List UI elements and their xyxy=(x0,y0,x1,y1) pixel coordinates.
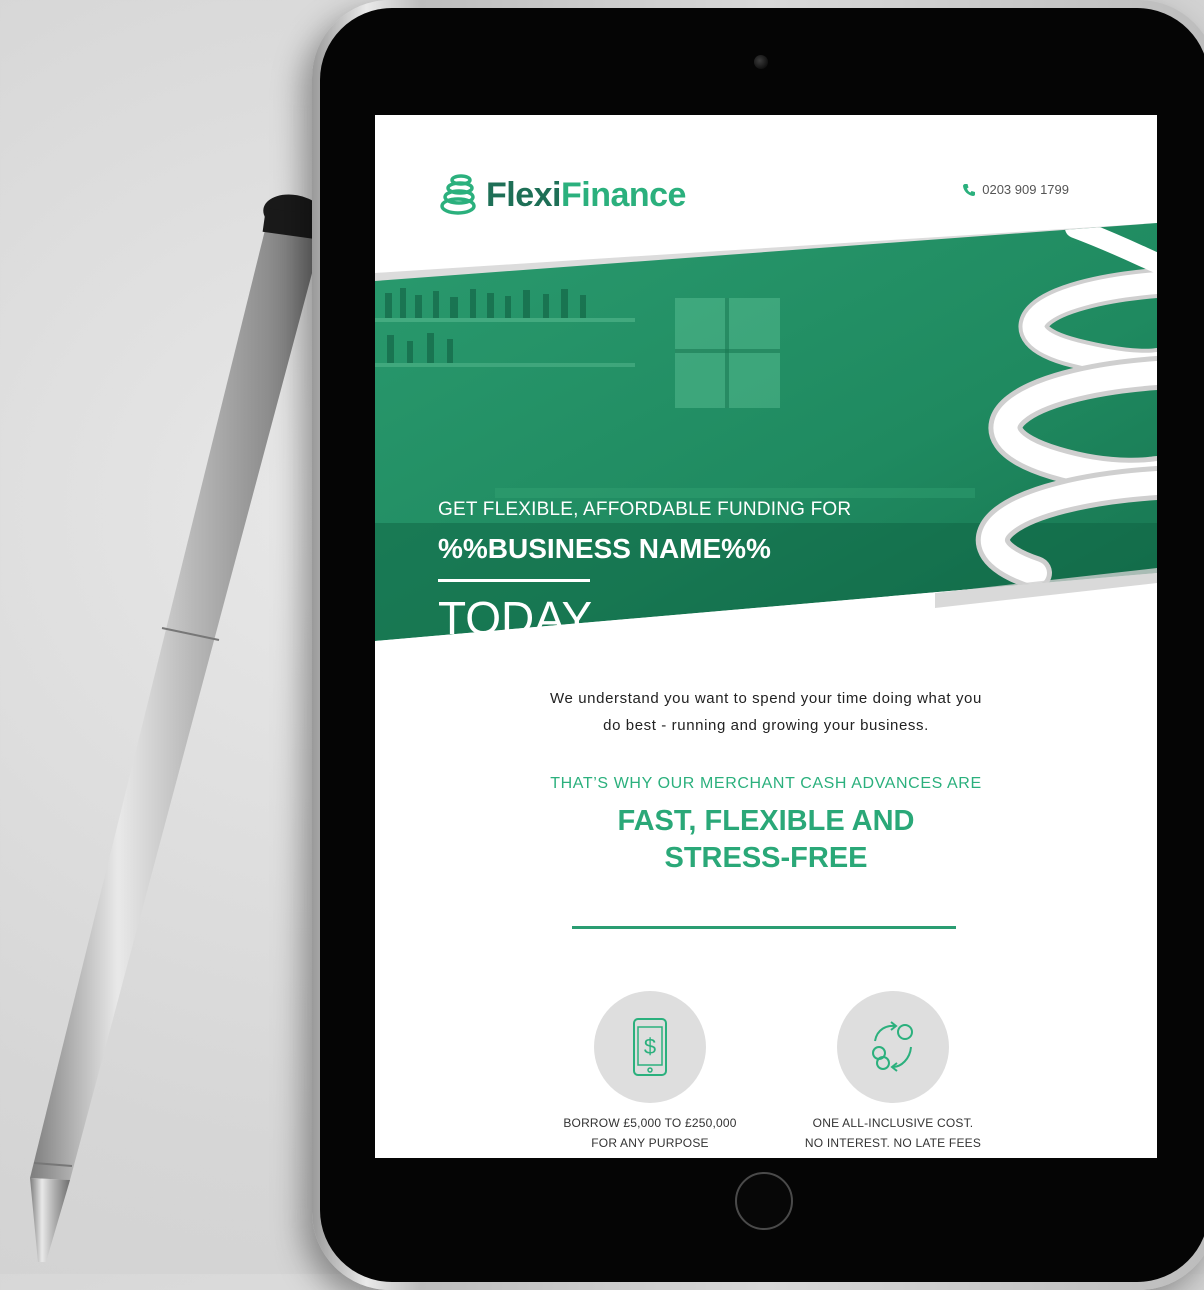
feature-label-line-2: NO INTEREST. NO LATE FEES xyxy=(804,1136,982,1150)
heading-line-1: FAST, FLEXIBLE AND xyxy=(617,805,915,837)
feature-label: BORROW £5,000 TO £250,000 FOR ANY PURPOS… xyxy=(550,1113,750,1153)
feature-icon-circle xyxy=(837,991,949,1103)
feature-label-line-2: FOR ANY PURPOSE xyxy=(591,1136,709,1150)
phone-icon xyxy=(963,183,976,196)
intro-paragraph: We understand you want to spend your tim… xyxy=(375,685,1157,739)
feature-icon-circle: $ xyxy=(594,991,706,1103)
feature-cost: ONE ALL-INCLUSIVE COST. NO INTEREST. NO … xyxy=(793,991,993,1153)
feature-label-line-1: ONE ALL-INCLUSIVE COST. xyxy=(812,1116,974,1130)
stylus-pen xyxy=(30,194,326,1262)
feature-label-line-1: BORROW £5,000 TO £250,000 xyxy=(563,1116,737,1130)
home-button[interactable] xyxy=(735,1172,793,1230)
hero-divider-bottom xyxy=(438,652,590,655)
section-divider xyxy=(572,926,956,929)
spiral-logo-icon xyxy=(440,174,476,215)
intro-line-1: We understand you want to spend your tim… xyxy=(550,690,982,707)
coins-cycle-icon xyxy=(872,1021,913,1072)
section-heading: FAST, FLEXIBLE AND STRESS-FREE xyxy=(375,803,1157,877)
feature-borrow: $ BORROW £5,000 TO £250,000 FOR ANY PURP… xyxy=(550,991,750,1153)
logo-text-flexi: Flexi xyxy=(486,175,561,214)
heading-line-2: STRESS-FREE xyxy=(664,842,868,874)
hero-banner: GET FLEXIBLE, AFFORDABLE FUNDING FOR %%B… xyxy=(375,223,1157,655)
hero-business-name: %%BUSINESS NAME%% xyxy=(438,533,771,564)
logo-text-finance: Finance xyxy=(560,175,686,214)
logo-wordmark: FlexiFinance xyxy=(486,176,686,215)
camera-icon xyxy=(754,55,768,69)
hero-today: TODAY xyxy=(438,592,593,644)
svg-text:$: $ xyxy=(644,1034,656,1059)
phone-contact[interactable]: 0203 909 1799 xyxy=(962,182,1069,197)
mobile-dollar-icon: $ xyxy=(633,1018,667,1076)
hero-tagline: GET FLEXIBLE, AFFORDABLE FUNDING FOR xyxy=(438,499,852,520)
intro-line-2: do best - running and growing your busin… xyxy=(603,717,929,734)
hero-divider-top xyxy=(438,579,590,582)
phone-number: 0203 909 1799 xyxy=(982,182,1069,197)
email-screen: FlexiFinance 0203 909 1799 GET FLEXIBLE,… xyxy=(375,115,1157,1158)
feature-label: ONE ALL-INCLUSIVE COST. NO INTEREST. NO … xyxy=(793,1113,993,1153)
section-subheading: THAT’S WHY OUR MERCHANT CASH ADVANCES AR… xyxy=(550,775,982,792)
flexifinance-logo[interactable]: FlexiFinance xyxy=(438,173,686,217)
